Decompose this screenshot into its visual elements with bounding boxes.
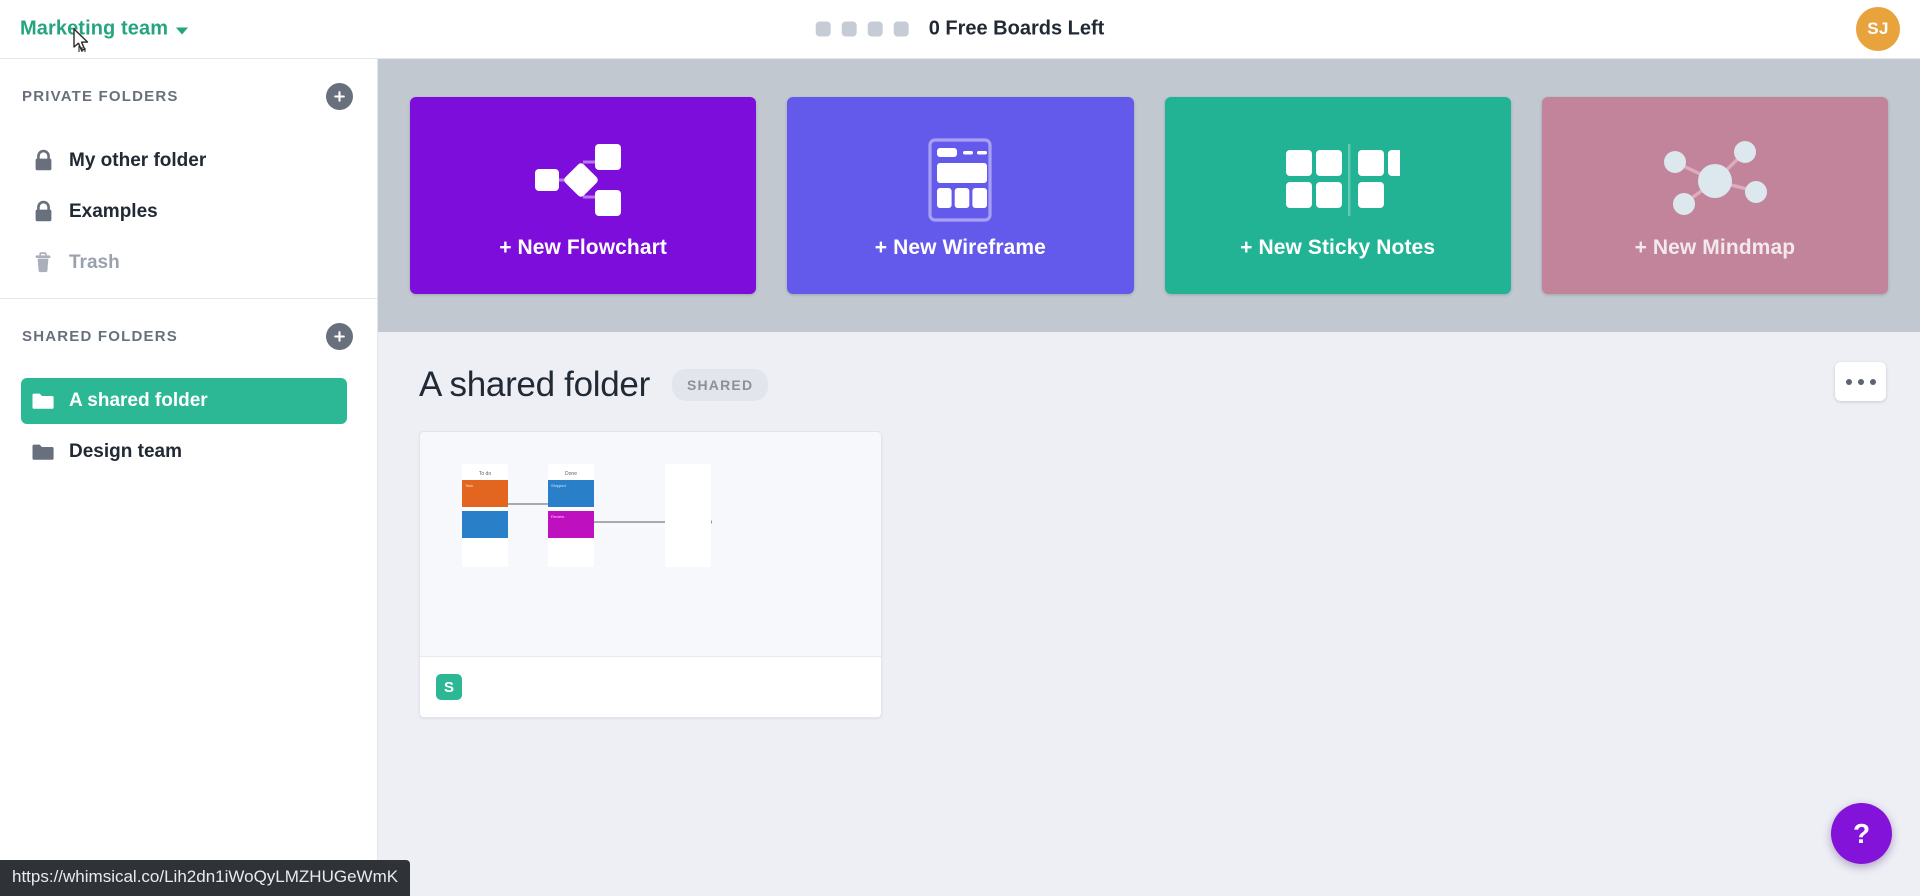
free-boards-label: 0 Free Boards Left	[928, 17, 1105, 40]
board-slot-dot	[867, 21, 883, 37]
avatar-initials: SJ	[1867, 19, 1889, 38]
sidebar-item-label: My other folder	[69, 150, 207, 171]
trash-icon	[31, 251, 55, 275]
svg-text:Shipped: Shipped	[551, 483, 566, 488]
sidebar-item-my-other-folder[interactable]: My other folder	[21, 138, 347, 184]
sidebar-item-a-shared-folder[interactable]: A shared folder	[21, 378, 347, 424]
board-card[interactable]: To do Done Task Shipped Review S	[419, 431, 882, 718]
new-mindmap-card[interactable]: + New Mindmap	[1541, 97, 1888, 294]
folder-options-button[interactable]	[1835, 362, 1886, 401]
plus-icon	[334, 330, 345, 342]
new-wireframe-card[interactable]: + New Wireframe	[787, 97, 1134, 294]
status-badge: SHARED	[671, 369, 769, 401]
sidebar-item-label: Design team	[69, 441, 182, 462]
ellipsis-icon	[1857, 378, 1864, 385]
mindmap-icon	[1649, 132, 1781, 228]
lock-icon	[31, 149, 55, 173]
folder-header: A shared folder SHARED	[378, 332, 1920, 405]
ellipsis-icon	[1869, 378, 1876, 385]
sidebar-item-label: Trash	[69, 252, 120, 273]
help-label: ?	[1852, 817, 1871, 849]
app-root: Marketing team 0 Free Boards Left SJ PRI…	[0, 0, 1920, 896]
sidebar-item-design-team[interactable]: Design team	[21, 429, 347, 475]
avatar[interactable]: SJ	[1856, 7, 1900, 51]
sidebar-item-examples[interactable]: Examples	[21, 189, 347, 235]
folder-icon	[31, 442, 55, 462]
board-slot-dots	[815, 21, 909, 37]
board-slot-dot	[893, 21, 909, 37]
board-preview-diagram: To do Done Task Shipped Review	[462, 464, 712, 567]
flowchart-icon	[521, 132, 645, 228]
top-bar: Marketing team 0 Free Boards Left SJ	[0, 0, 1920, 59]
help-button[interactable]: ?	[1831, 803, 1892, 864]
svg-text:Task: Task	[465, 483, 473, 488]
board-slot-dot	[815, 21, 831, 37]
plus-icon	[334, 90, 345, 102]
status-bar-url: https://whimsical.co/Lih2dn1iWoQyLMZHUGe…	[0, 860, 411, 896]
sticky-notes-icon	[1276, 132, 1400, 228]
lock-icon	[31, 200, 55, 224]
sidebar-item-label: A shared folder	[69, 390, 208, 411]
wireframe-icon	[908, 132, 1012, 228]
shared-folders-header: SHARED FOLDERS	[0, 299, 377, 373]
private-folders-header: PRIVATE FOLDERS	[0, 59, 377, 133]
new-sticky-notes-card[interactable]: + New Sticky Notes	[1164, 97, 1511, 294]
new-sticky-notes-label: + New Sticky Notes	[1240, 235, 1436, 259]
sidebar: PRIVATE FOLDERS My other folder Examples…	[0, 59, 378, 896]
new-flowchart-card[interactable]: + New Flowchart	[410, 97, 757, 294]
new-wireframe-label: + New Wireframe	[874, 235, 1046, 259]
page-title: A shared folder	[419, 365, 650, 404]
sidebar-item-trash[interactable]: Trash	[21, 240, 347, 286]
add-private-folder-button[interactable]	[326, 82, 353, 110]
main-content: + New Flowchart + New Wireframe + New St…	[378, 59, 1920, 896]
chevron-down-icon	[176, 27, 189, 34]
folder-icon	[31, 391, 55, 411]
svg-text:Done: Done	[565, 471, 577, 477]
boards-grid: To do Done Task Shipped Review S	[378, 405, 1920, 718]
shared-folders-title: SHARED FOLDERS	[22, 327, 178, 345]
team-switcher[interactable]: Marketing team	[20, 17, 189, 41]
board-slot-dot	[841, 21, 857, 37]
board-thumbnail: To do Done Task Shipped Review	[420, 432, 881, 657]
add-shared-folder-button[interactable]	[326, 322, 353, 350]
new-mindmap-label: + New Mindmap	[1634, 235, 1796, 259]
svg-text:Review: Review	[551, 514, 564, 519]
free-boards-indicator: 0 Free Boards Left	[815, 17, 1105, 41]
new-flowchart-label: + New Flowchart	[499, 235, 668, 259]
status-url-text: https://whimsical.co/Lih2dn1iWoQyLMZHUGe…	[12, 867, 399, 886]
private-folders-title: PRIVATE FOLDERS	[22, 87, 179, 105]
team-name-label: Marketing team	[20, 17, 169, 40]
sidebar-item-label: Examples	[69, 201, 158, 222]
create-board-cards: + New Flowchart + New Wireframe + New St…	[378, 59, 1920, 332]
board-type-badge: S	[436, 674, 462, 701]
ellipsis-icon	[1845, 378, 1852, 385]
svg-text:To do: To do	[479, 471, 491, 477]
private-folders-section: PRIVATE FOLDERS My other folder Examples…	[0, 59, 377, 286]
shared-folders-section: SHARED FOLDERS A shared folder Design te…	[0, 299, 377, 475]
board-card-footer: S	[420, 656, 881, 717]
